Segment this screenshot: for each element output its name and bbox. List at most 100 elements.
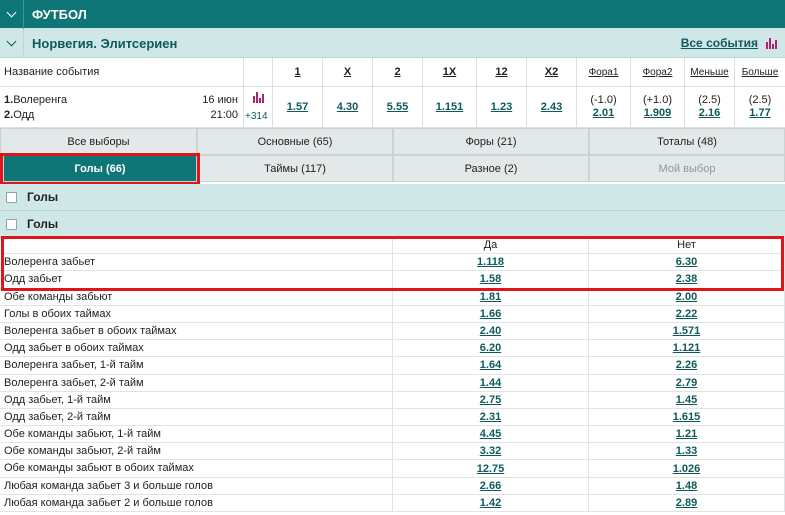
goals-market-table: Да Нет Волеренга забьет 1.118 6.30 Одд забь… <box>0 237 785 512</box>
yes-cell: 1.64 <box>392 357 588 374</box>
sport-header[interactable]: ФУТБОЛ <box>0 0 785 29</box>
odd-yes[interactable]: 1.81 <box>480 291 501 303</box>
market-name: Волеренга забьет в обоих таймах <box>4 324 177 337</box>
tab-my-choice[interactable]: Мой выбор <box>589 155 785 182</box>
col-header-12[interactable]: 12 <box>495 66 507 78</box>
odd-yes[interactable]: 4.45 <box>480 428 501 440</box>
statistics-icon[interactable] <box>253 92 264 103</box>
odd-no[interactable]: 1.615 <box>673 411 701 423</box>
odd-no[interactable]: 1.33 <box>676 445 697 457</box>
odd-no[interactable]: 1.21 <box>676 428 697 440</box>
odd-yes[interactable]: 2.75 <box>480 394 501 406</box>
market-name: Одд забьет <box>4 273 63 286</box>
market-name: Голы в обоих таймах <box>4 307 111 320</box>
odd-no[interactable]: 2.89 <box>676 497 697 509</box>
group-checkbox[interactable] <box>6 191 17 203</box>
col-header-2[interactable]: 2 <box>394 66 400 78</box>
odd-no[interactable]: 6.30 <box>676 256 697 268</box>
odd-1x[interactable]: 1.151 <box>436 101 464 113</box>
tab-all[interactable]: Все выборы <box>0 128 197 155</box>
tab-totals[interactable]: Тоталы (48) <box>589 128 785 155</box>
odd-no[interactable]: 1.121 <box>673 342 701 354</box>
market-name: Волеренга забьет, 1-й тайм <box>4 359 144 372</box>
collapse-sport-button[interactable] <box>0 0 24 29</box>
market-row: Волеренга забьет 1.118 6.30 <box>0 254 785 272</box>
odd-no[interactable]: 2.79 <box>676 377 697 389</box>
market-name: Волеренга забьет, 2-й тайм <box>4 376 144 389</box>
col-header-fora2[interactable]: Фора2 <box>643 67 673 78</box>
odd-yes[interactable]: 1.64 <box>480 359 501 371</box>
odd-fora2[interactable]: 1.909 <box>644 107 672 120</box>
odd-no[interactable]: 2.22 <box>676 308 697 320</box>
odd-2[interactable]: 5.55 <box>387 101 408 113</box>
market-row: Обе команды забьют в обоих таймах 12.75 1.… <box>0 460 785 478</box>
col-header-x[interactable]: X <box>344 66 351 78</box>
market-row: Любая команда забьет 2 и больше голов 1.4… <box>0 494 785 512</box>
col-header-fora1[interactable]: Фора1 <box>589 67 619 78</box>
odd-yes[interactable]: 1.44 <box>480 377 501 389</box>
odd-no[interactable]: 2.26 <box>676 359 697 371</box>
team1-name: Волеренга <box>13 94 68 106</box>
tab-goals[interactable]: Голы (66) <box>3 155 197 182</box>
odd-fora1[interactable]: 2.01 <box>593 107 614 120</box>
odd-no[interactable]: 1.48 <box>676 480 697 492</box>
event-stats-cell[interactable]: +314 <box>243 87 272 128</box>
odd-no[interactable]: 1.571 <box>673 325 701 337</box>
no-cell: 6.30 <box>588 254 785 271</box>
col-header-over[interactable]: Больше <box>742 67 779 78</box>
tab-misc[interactable]: Разное (2) <box>393 155 589 182</box>
col-header-under[interactable]: Меньше <box>690 67 728 78</box>
yes-cell: 12.75 <box>392 460 588 477</box>
group-header-goals[interactable]: Голы <box>0 184 785 211</box>
odd-under[interactable]: 2.16 <box>699 107 720 120</box>
odd-no[interactable]: 2.38 <box>676 273 697 285</box>
event-teams[interactable]: 1.Волеренга 2.Одд <box>4 93 67 123</box>
odd-yes[interactable]: 12.75 <box>477 463 505 475</box>
team1-number: 1. <box>4 94 14 106</box>
odd-x2[interactable]: 2.43 <box>541 101 562 113</box>
no-cell: 2.00 <box>588 288 785 305</box>
col-header-x2[interactable]: X2 <box>545 66 558 78</box>
odd-yes[interactable]: 2.40 <box>480 325 501 337</box>
odd-yes[interactable]: 1.66 <box>480 308 501 320</box>
col-header-1x[interactable]: 1X <box>443 66 456 78</box>
no-cell: 1.21 <box>588 426 785 443</box>
tab-handicaps[interactable]: Форы (21) <box>393 128 589 155</box>
market-row: Волеренга забьет, 2-й тайм 1.44 2.79 <box>0 374 785 392</box>
odd-no[interactable]: 1.45 <box>676 394 697 406</box>
odd-x[interactable]: 4.30 <box>337 101 358 113</box>
statistics-icon[interactable] <box>766 38 777 49</box>
league-header[interactable]: Норвегия. Элитсериен Все события <box>0 28 785 58</box>
market-tabs: Все выборы Основные (65) Форы (21) Тотал… <box>0 128 785 183</box>
odd-yes[interactable]: 1.118 <box>477 256 504 268</box>
tab-halves[interactable]: Таймы (117) <box>197 155 393 182</box>
odd-yes[interactable]: 2.31 <box>480 411 501 423</box>
odd-12[interactable]: 1.23 <box>491 101 512 113</box>
tab-main[interactable]: Основные (65) <box>197 128 393 155</box>
odd-1[interactable]: 1.57 <box>287 101 308 113</box>
all-events-link[interactable]: Все события <box>681 36 758 50</box>
odd-yes[interactable]: 6.20 <box>480 342 501 354</box>
odd-no[interactable]: 2.00 <box>676 291 697 303</box>
group-header-goals[interactable]: Голы <box>0 211 785 238</box>
collapse-league-button[interactable] <box>0 28 24 58</box>
more-markets-count[interactable]: +314 <box>245 111 268 122</box>
no-cell: 2.79 <box>588 374 785 391</box>
odd-yes[interactable]: 1.42 <box>480 497 501 509</box>
columns-header: Название события 1 X 2 1X 12 X2 Фора1 Фо… <box>0 58 785 87</box>
odd-over[interactable]: 1.77 <box>749 107 770 120</box>
chevron-down-icon <box>6 36 17 46</box>
no-cell: 2.26 <box>588 357 785 374</box>
over-line: (2.5) <box>748 94 772 106</box>
group-label: Голы <box>27 217 59 231</box>
col-header-1[interactable]: 1 <box>294 66 300 78</box>
yes-cell: 6.20 <box>392 340 588 357</box>
group-checkbox[interactable] <box>6 218 17 230</box>
odd-no[interactable]: 1.026 <box>673 463 701 475</box>
odd-yes[interactable]: 2.66 <box>480 480 501 492</box>
market-row: Обе команды забьют 1.81 2.00 <box>0 288 785 306</box>
odd-yes[interactable]: 3.32 <box>480 445 501 457</box>
odd-yes[interactable]: 1.58 <box>480 273 501 285</box>
no-cell: 1.45 <box>588 391 785 408</box>
event-time: 21:00 <box>210 109 238 121</box>
